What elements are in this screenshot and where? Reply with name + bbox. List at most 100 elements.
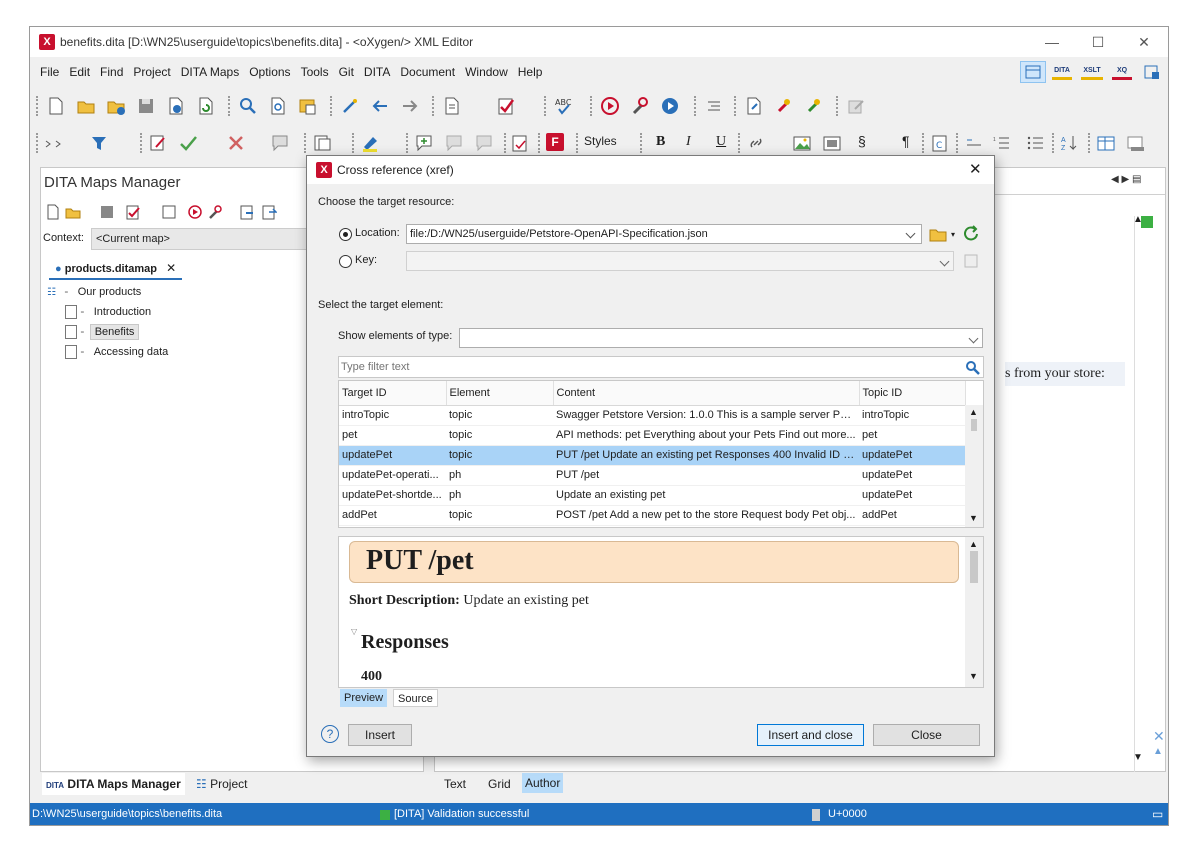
refresh-icon[interactable] xyxy=(963,225,979,241)
find-replace-icon[interactable] xyxy=(298,96,318,116)
table-scrollbar[interactable]: ▲ ▼ xyxy=(965,405,983,527)
map-publish-icon[interactable] xyxy=(239,204,255,220)
back-arrow-icon[interactable] xyxy=(370,96,390,116)
insert-button[interactable]: Insert xyxy=(348,724,412,746)
transform-icon[interactable] xyxy=(442,96,462,116)
link-icon[interactable] xyxy=(746,133,766,153)
insert-and-close-button[interactable]: Insert and close xyxy=(757,724,864,746)
tab-dita-maps-manager[interactable]: DITA DITA Maps Manager xyxy=(42,773,185,795)
search-icon[interactable] xyxy=(965,360,981,376)
add-comment-icon[interactable] xyxy=(414,133,434,153)
maximize-button[interactable]: ☐ xyxy=(1078,31,1118,53)
bookmark-icon[interactable] xyxy=(774,96,794,116)
help-button[interactable]: ? xyxy=(321,725,339,743)
column-header-content[interactable]: Content xyxy=(553,381,860,406)
location-input[interactable]: file:/D:/WN25/userguide/Petstore-OpenAPI… xyxy=(406,224,922,244)
dita-map-link-icon[interactable] xyxy=(340,96,360,116)
insert-image-icon[interactable] xyxy=(792,133,812,153)
new-file-icon[interactable] xyxy=(46,96,66,116)
bold-button[interactable]: B xyxy=(656,134,665,150)
map-configure-icon[interactable] xyxy=(207,204,223,220)
insert-media-icon[interactable] xyxy=(822,133,842,153)
review-panel-icon[interactable] xyxy=(510,133,530,153)
filter-field[interactable] xyxy=(338,356,984,378)
validate-icon[interactable] xyxy=(496,96,516,116)
collapse-section-icon[interactable]: ▽ xyxy=(351,627,357,636)
italic-button[interactable]: I xyxy=(686,134,691,150)
table-row[interactable]: updatePet-operati... ph PUT /pet updatePet xyxy=(339,465,965,486)
conref-icon[interactable]: C xyxy=(930,133,950,153)
find-in-files-icon[interactable] xyxy=(268,96,288,116)
map-open-icon[interactable] xyxy=(261,204,277,220)
location-radio[interactable] xyxy=(339,228,352,241)
tab-grid-mode[interactable]: Grid xyxy=(488,777,511,791)
new-map-icon[interactable] xyxy=(45,204,61,220)
xslt-perspective-button[interactable]: XSLT xyxy=(1081,64,1103,80)
key-input[interactable] xyxy=(406,251,954,271)
menu-options[interactable]: Options xyxy=(244,58,295,86)
run-transformation-icon[interactable] xyxy=(600,96,620,116)
map-info-icon[interactable] xyxy=(161,204,177,220)
preview-scroll-thumb[interactable] xyxy=(970,551,978,583)
table-scroll-down-icon[interactable]: ▼ xyxy=(969,513,978,523)
menu-help[interactable]: Help xyxy=(513,58,548,86)
scroll-nav-icon[interactable]: ▲ xyxy=(1153,746,1163,757)
key-browse-icon[interactable] xyxy=(963,253,979,269)
dita-perspective-button[interactable]: DITA xyxy=(1052,64,1072,80)
table-row-selected[interactable]: updatePet topic PUT /pet Update an existin… xyxy=(339,445,965,466)
format-indent-icon[interactable] xyxy=(704,96,724,116)
table-row[interactable]: introTopic topic Swagger Petstore Version:… xyxy=(339,405,965,426)
preview-scroll-down-icon[interactable]: ▼ xyxy=(969,671,978,681)
table-row[interactable]: pet topic API methods: pet Everything abou… xyxy=(339,425,965,446)
ordered-list-icon[interactable]: 1 xyxy=(992,133,1012,153)
menu-file[interactable]: File xyxy=(35,58,64,86)
filter-input[interactable] xyxy=(341,359,941,375)
manage-comments-icon[interactable] xyxy=(312,133,332,153)
browse-folder-icon[interactable] xyxy=(929,226,947,242)
section-button[interactable]: § xyxy=(858,133,866,149)
tab-author-mode[interactable]: Author xyxy=(522,773,564,793)
table-properties-icon[interactable] xyxy=(1126,133,1146,153)
edit-disabled-icon[interactable] xyxy=(846,96,866,116)
find-icon[interactable] xyxy=(238,96,258,116)
comment-icon[interactable] xyxy=(270,133,290,153)
close-tab-icon[interactable]: ✕ xyxy=(166,261,176,275)
framework-f-icon[interactable]: F xyxy=(546,133,564,151)
column-header-topic-id[interactable]: Topic ID xyxy=(859,381,966,406)
menu-git[interactable]: Git xyxy=(334,58,359,86)
save-to-url-icon[interactable] xyxy=(166,96,186,116)
tab-source[interactable]: Source xyxy=(393,689,438,707)
editor-perspective-button[interactable] xyxy=(1020,61,1046,83)
menu-document[interactable]: Document xyxy=(395,58,460,86)
preview-scroll-up-icon[interactable]: ▲ xyxy=(969,539,978,549)
map-tab-products[interactable]: ● products.ditamap ✕ xyxy=(49,258,183,280)
tab-text-mode[interactable]: Text xyxy=(444,777,466,791)
menu-project[interactable]: Project xyxy=(128,58,175,86)
configure-transformation-icon[interactable] xyxy=(630,96,650,116)
tab-project[interactable]: ☷ Project xyxy=(192,773,251,795)
menu-window[interactable]: Window xyxy=(460,58,513,86)
edit-comment-icon[interactable] xyxy=(444,133,464,153)
open-in-browser-icon[interactable] xyxy=(744,96,764,116)
validate-map-icon[interactable] xyxy=(125,204,141,220)
remove-comment-icon[interactable] xyxy=(474,133,494,153)
debug-transformation-icon[interactable] xyxy=(660,96,680,116)
save-icon[interactable] xyxy=(136,96,156,116)
minimize-button[interactable]: — xyxy=(1032,31,1072,53)
open-folder-icon[interactable] xyxy=(76,96,96,116)
menu-dita[interactable]: DITA xyxy=(359,58,395,86)
bookmark-next-icon[interactable] xyxy=(804,96,824,116)
reject-change-icon[interactable] xyxy=(226,133,246,153)
menu-dita-maps[interactable]: DITA Maps xyxy=(176,58,244,86)
scroll-up-icon[interactable]: ▲ xyxy=(1133,214,1143,225)
column-header-element[interactable]: Element xyxy=(446,381,554,406)
table-scroll-up-icon[interactable]: ▲ xyxy=(969,407,978,417)
save-map-icon[interactable] xyxy=(99,204,115,220)
track-changes-icon[interactable] xyxy=(148,133,168,153)
menu-find[interactable]: Find xyxy=(95,58,128,86)
editor-tab-nav[interactable]: ◀ ▶ ▤ xyxy=(1111,174,1141,185)
notifications-icon[interactable]: ▭ xyxy=(1152,807,1163,821)
styles-dropdown[interactable]: Styles xyxy=(584,134,617,148)
tags-display-icon[interactable] xyxy=(44,133,64,153)
unordered-list-icon[interactable] xyxy=(1026,133,1046,153)
